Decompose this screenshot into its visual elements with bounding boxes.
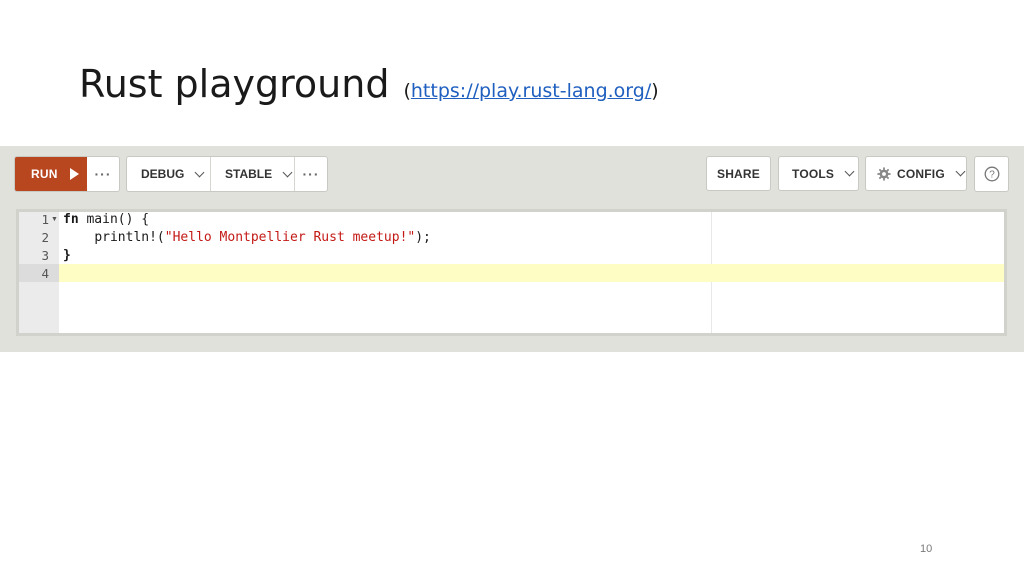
line-number: 2 bbox=[41, 229, 49, 245]
help-button[interactable]: ? bbox=[974, 156, 1009, 192]
tools-label: TOOLS bbox=[792, 166, 835, 181]
code-line[interactable]: 4 bbox=[19, 264, 1004, 282]
run-label: RUN bbox=[31, 167, 58, 181]
code-line[interactable]: 1 ▼ fn main() { bbox=[19, 211, 1004, 228]
code-editor[interactable]: 1 ▼ fn main() { 2 println!("Hello Montpe… bbox=[16, 209, 1007, 336]
chevron-down-icon bbox=[194, 167, 205, 177]
stable-dropdown[interactable]: STABLE bbox=[211, 157, 295, 191]
code-tail: ); bbox=[415, 229, 431, 245]
tools-dropdown[interactable]: TOOLS bbox=[778, 156, 859, 191]
paren-close: ) bbox=[651, 80, 659, 102]
share-button[interactable]: SHARE bbox=[706, 156, 771, 191]
code-rest: main() { bbox=[78, 211, 150, 227]
share-label: SHARE bbox=[716, 166, 760, 181]
more-dots-icon: ··· bbox=[302, 166, 320, 182]
line-number: 3 bbox=[41, 247, 49, 263]
line-number: 4 bbox=[41, 265, 49, 281]
chevron-down-icon bbox=[844, 166, 855, 177]
debug-label: DEBUG bbox=[141, 167, 185, 181]
macro-call: println!( bbox=[94, 229, 165, 245]
code-line[interactable]: 3 } bbox=[19, 246, 1004, 264]
keyword: fn bbox=[63, 211, 79, 227]
svg-text:?: ? bbox=[989, 170, 995, 181]
run-more-button[interactable]: ··· bbox=[87, 157, 119, 191]
code-text: println!("Hello Montpellier Rust meetup!… bbox=[63, 230, 431, 245]
line-number: 1 bbox=[41, 211, 49, 227]
fold-arrow-icon[interactable]: ▼ bbox=[51, 216, 58, 223]
chevron-down-icon bbox=[955, 166, 966, 177]
config-dropdown[interactable]: CONFIG bbox=[865, 156, 967, 191]
chevron-down-icon bbox=[282, 167, 293, 177]
question-circle-icon: ? bbox=[984, 166, 999, 182]
code-text: } bbox=[63, 247, 71, 263]
run-button[interactable]: RUN bbox=[15, 157, 87, 191]
string-literal: "Hello Montpellier Rust meetup!" bbox=[164, 229, 416, 245]
title-link-group: (https://play.rust-lang.org/) bbox=[403, 80, 658, 102]
rust-playground-panel: RUN ··· DEBUG STABLE ··· SHARE TOOLS CON… bbox=[0, 146, 1024, 352]
page-number: 10 bbox=[920, 543, 933, 555]
playground-link[interactable]: https://play.rust-lang.org/ bbox=[411, 80, 651, 102]
run-button-group: RUN ··· bbox=[14, 156, 120, 192]
code-line[interactable]: 2 println!("Hello Montpellier Rust meetu… bbox=[19, 228, 1004, 246]
channel-more-button[interactable]: ··· bbox=[295, 157, 327, 191]
play-icon bbox=[69, 168, 79, 180]
slide-title: Rust playground (https://play.rust-lang.… bbox=[79, 62, 659, 110]
paren-open: ( bbox=[403, 80, 411, 102]
code-text: fn main() { bbox=[63, 212, 149, 227]
stable-label: STABLE bbox=[225, 167, 273, 181]
more-dots-icon: ··· bbox=[94, 166, 112, 182]
gear-icon bbox=[877, 166, 891, 181]
config-label: CONFIG bbox=[897, 166, 945, 181]
page-title: Rust playground bbox=[79, 62, 390, 106]
debug-dropdown[interactable]: DEBUG bbox=[127, 157, 211, 191]
build-options-group: DEBUG STABLE ··· bbox=[126, 156, 328, 192]
